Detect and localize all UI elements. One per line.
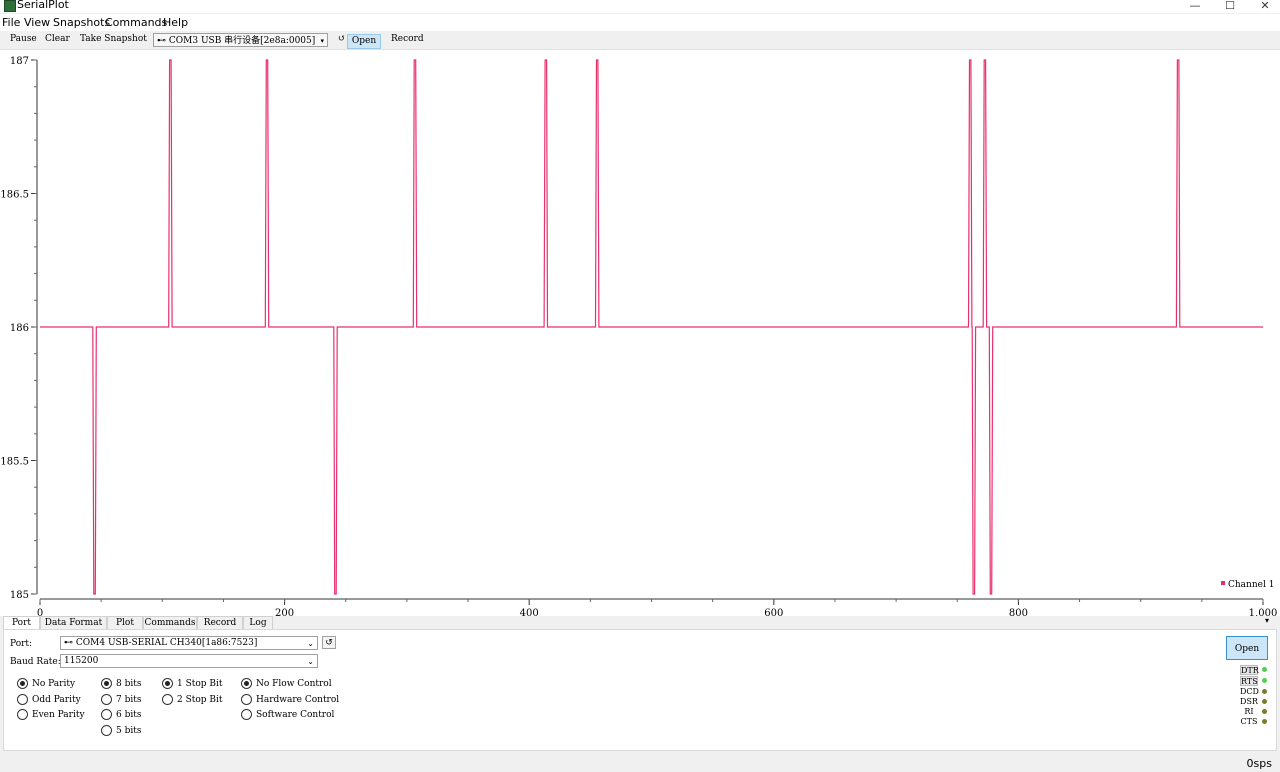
x-tick-label: 200 [275,608,294,616]
channel-1-line [40,59,1263,595]
minimize-button[interactable]: — [1180,0,1210,13]
tab-port[interactable]: Port [3,616,40,629]
5-bits-radio[interactable]: 5 bits [101,725,141,737]
chevron-down-icon: ⌄ [307,657,314,666]
tab-log[interactable]: Log [243,616,273,629]
toolbar-open-button[interactable]: Open [347,34,381,49]
tab-commands[interactable]: Commands [143,616,197,629]
baud-rate-label: Baud Rate: [10,657,61,667]
ri-led-icon [1262,709,1267,714]
dcd-led-icon [1262,689,1267,694]
usb-icon: ⊷ [64,638,76,648]
cts-led-icon [1262,719,1267,724]
even-parity-radio[interactable]: Even Parity [17,709,85,721]
x-tick-label: 400 [520,608,539,616]
cts-label: CTS [1240,717,1258,726]
dsr-led-icon [1262,699,1267,704]
y-tick-label: 186.5 [0,190,29,201]
y-tick-label: 186 [10,323,29,334]
1-stop-bit-radio[interactable]: 1 Stop Bit [162,678,223,690]
port-refresh-button[interactable]: ↺ [322,636,336,649]
chevron-down-icon: ▾ [320,37,324,45]
usb-icon: ⊷ [157,36,169,46]
x-tick-label: 600 [764,608,783,616]
no-flow-control-radio[interactable]: No Flow Control [241,678,332,690]
odd-parity-radio[interactable]: Odd Parity [17,694,81,706]
tab-plot[interactable]: Plot [107,616,143,629]
close-button[interactable]: ✕ [1250,0,1280,13]
menu-commands[interactable]: Commands [105,16,167,29]
y-tick-label: 185 [10,590,29,601]
hardware-control-radio[interactable]: Hardware Control [241,694,339,706]
window-title: SerialPlot [17,0,69,11]
x-tick-label: 0 [37,608,43,616]
settings-tabs: Port Data Format Plot Commands Record Lo… [0,616,1280,629]
rts-led-icon [1262,678,1267,683]
port-label: Port: [10,639,33,649]
take-snapshot-button[interactable]: Take Snapshot [80,34,147,44]
rts-toggle[interactable]: RTS [1240,676,1258,686]
samples-per-second: 0sps [1246,757,1272,770]
refresh-icon[interactable]: ↺ [338,34,346,44]
pause-button[interactable]: Pause [10,34,37,44]
software-control-radio[interactable]: Software Control [241,709,334,721]
title-bar: SerialPlot — ☐ ✕ [0,0,1280,13]
menu-bar: File View Snapshots Commands Help [0,14,1280,31]
menu-help[interactable]: Help [163,16,188,29]
maximize-button[interactable]: ☐ [1215,0,1245,13]
plot-area[interactable]: 185 185.5 186 186.5 187 0 200 400 600 800 1,000 Cha… [0,50,1280,616]
dcd-label: DCD [1240,687,1259,696]
menu-view[interactable]: View [24,16,50,29]
port-select[interactable]: ⊷ COM4 USB-SERIAL CH340[1a86:7523] ⌄ [60,636,318,650]
record-button[interactable]: Record [391,34,424,44]
x-tick-label: 800 [1009,608,1028,616]
ri-label: RI [1244,707,1254,716]
status-bar: 0sps [0,752,1280,772]
menu-file[interactable]: File [2,16,20,29]
legend-label: Channel 1 [1228,580,1274,590]
no-parity-radio[interactable]: No Parity [17,678,75,690]
dtr-toggle[interactable]: DTR [1240,665,1259,675]
6-bits-radio[interactable]: 6 bits [101,709,141,721]
2-stop-bit-radio[interactable]: 2 Stop Bit [162,694,223,706]
7-bits-radio[interactable]: 7 bits [101,694,141,706]
clear-button[interactable]: Clear [45,34,70,44]
menu-snapshots[interactable]: Snapshots [53,16,110,29]
tab-data-format[interactable]: Data Format [40,616,107,629]
dtr-led-icon [1262,667,1267,672]
app-icon [4,0,16,12]
toolbar-port-select[interactable]: ⊷ COM3 USB 串行设备[2e8a:0005] ▾ [153,33,328,47]
legend-swatch [1221,581,1225,585]
open-port-button[interactable]: Open [1226,636,1268,660]
8-bits-radio[interactable]: 8 bits [101,678,141,690]
y-tick-label: 185.5 [0,457,29,468]
plot-svg: 185 185.5 186 186.5 187 0 200 400 600 800 1,000 Cha… [0,56,1278,616]
tabs-menu-arrow-icon[interactable]: ▾ [1265,616,1269,625]
baud-rate-select[interactable]: 115200 ⌄ [60,654,318,668]
y-tick-label: 187 [10,56,29,67]
x-tick-label: 1,000 [1249,608,1278,616]
dsr-label: DSR [1240,697,1258,706]
tab-record[interactable]: Record [197,616,243,629]
refresh-icon: ↺ [325,638,333,648]
chevron-down-icon: ⌄ [307,639,314,648]
